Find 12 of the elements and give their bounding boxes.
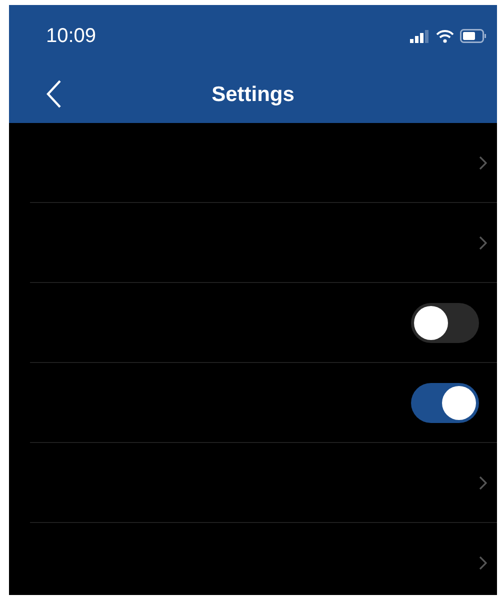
chevron-right-icon — [479, 476, 487, 490]
battery-icon — [460, 29, 487, 43]
chevron-right-icon — [479, 236, 487, 250]
chevron-right-icon — [479, 156, 487, 170]
toggle-switch[interactable] — [411, 302, 479, 342]
status-time: 10:09 — [46, 24, 96, 48]
toggle-switch[interactable] — [411, 382, 479, 422]
back-button[interactable] — [45, 79, 63, 109]
signal-icon — [410, 30, 430, 42]
chevron-right-icon — [479, 556, 487, 570]
page-title: Settings — [212, 83, 294, 107]
wifi-icon — [436, 30, 454, 42]
